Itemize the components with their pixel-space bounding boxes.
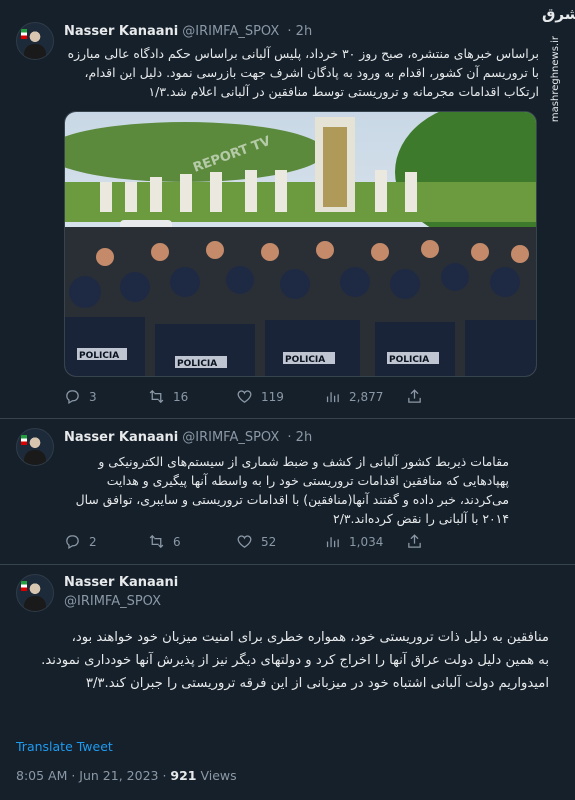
views-count: 921: [170, 768, 197, 783]
retweet-button[interactable]: 16: [148, 388, 188, 405]
reply-button[interactable]: 2: [64, 533, 97, 550]
views-count: 1,034: [349, 534, 384, 549]
views-button[interactable]: 2,877: [324, 388, 383, 405]
author-name-line: Nasser Kanaani: [64, 575, 178, 590]
share-button[interactable]: [406, 533, 431, 550]
police-label-4: POLICIA: [389, 355, 429, 365]
author-handle[interactable]: @IRIMFA_SPOX: [182, 24, 279, 39]
tweet-actions: 3 16 119 2,877: [64, 388, 504, 408]
share-button[interactable]: [406, 388, 431, 405]
reply-count: 3: [89, 389, 97, 404]
tweet-text: براساس خبرهای منتشره، صبح روز ۳۰ خرداد، …: [67, 46, 539, 99]
police-label-3: POLICIA: [285, 355, 325, 365]
tweet-text: منافقین به دلیل ذات تروریستی خود، همواره…: [41, 630, 549, 691]
retweet-button[interactable]: 6: [148, 533, 181, 550]
tweet-meta: 8:05 AM · Jun 21, 2023 · 921 Views: [16, 768, 237, 783]
tweet-time[interactable]: 2h: [296, 430, 313, 445]
avatar[interactable]: [16, 22, 54, 60]
translate-tweet-link[interactable]: Translate Tweet: [16, 739, 113, 754]
police-crowd-image: POLICIA POLICIA POLICIA POLICIA REPORT T…: [65, 112, 536, 376]
share-icon: [408, 389, 421, 403]
views-label: Views: [196, 768, 237, 783]
author-handle[interactable]: @IRIMFA_SPOX: [64, 594, 161, 609]
author-name[interactable]: Nasser Kanaani: [64, 430, 178, 445]
retweet-count: 16: [173, 389, 189, 404]
reply-icon: [66, 390, 79, 405]
author-name[interactable]: Nasser Kanaani: [64, 575, 178, 590]
share-icon: [408, 534, 421, 548]
retweet-icon: [149, 389, 164, 404]
tweet-photo[interactable]: POLICIA POLICIA POLICIA POLICIA REPORT T…: [64, 111, 537, 377]
like-count: 119: [261, 389, 284, 404]
like-button[interactable]: 119: [236, 388, 284, 405]
avatar[interactable]: [16, 574, 54, 612]
views-button[interactable]: 1,034: [324, 533, 383, 550]
reply-icon: [66, 535, 79, 550]
heart-icon: [237, 535, 252, 548]
author-name[interactable]: Nasser Kanaani: [64, 24, 178, 39]
tweet-timestamp[interactable]: 8:05 AM · Jun 21, 2023 ·: [16, 768, 170, 783]
like-count: 52: [261, 534, 277, 549]
tweet-actions: 2 6 52 1,034: [64, 533, 504, 553]
tweet-3-focused[interactable]: Nasser Kanaani @IRIMFA_SPOX منافقین به د…: [0, 564, 575, 800]
tweet-2[interactable]: Nasser Kanaani @IRIMFA_SPOX · 2h مقامات ذ…: [0, 418, 575, 564]
police-label-1: POLICIA: [79, 351, 119, 361]
author-handle-line: @IRIMFA_SPOX: [64, 594, 161, 609]
author-handle[interactable]: @IRIMFA_SPOX: [182, 430, 279, 445]
tweet-1[interactable]: Nasser Kanaani @IRIMFA_SPOX · 2h براساس خ…: [0, 0, 575, 420]
avatar[interactable]: [16, 428, 54, 466]
views-icon: [326, 392, 339, 403]
views-icon: [326, 537, 339, 548]
police-label-2: POLICIA: [177, 359, 217, 369]
tweet-time[interactable]: 2h: [296, 24, 313, 39]
retweet-count: 6: [173, 534, 181, 549]
tweet-text: مقامات ذیربط کشور آلبانی از کشف و ضبط شم…: [75, 454, 509, 526]
tweet-header: Nasser Kanaani @IRIMFA_SPOX · 2h: [64, 430, 312, 445]
separator-dot: ·: [287, 24, 292, 39]
separator-dot: ·: [287, 430, 292, 445]
reply-button[interactable]: 3: [64, 388, 97, 405]
views-count: 2,877: [349, 389, 384, 404]
like-button[interactable]: 52: [236, 533, 276, 550]
retweet-icon: [149, 534, 164, 549]
tweet-header: Nasser Kanaani @IRIMFA_SPOX · 2h: [64, 24, 312, 39]
heart-icon: [237, 390, 252, 403]
reply-count: 2: [89, 534, 97, 549]
